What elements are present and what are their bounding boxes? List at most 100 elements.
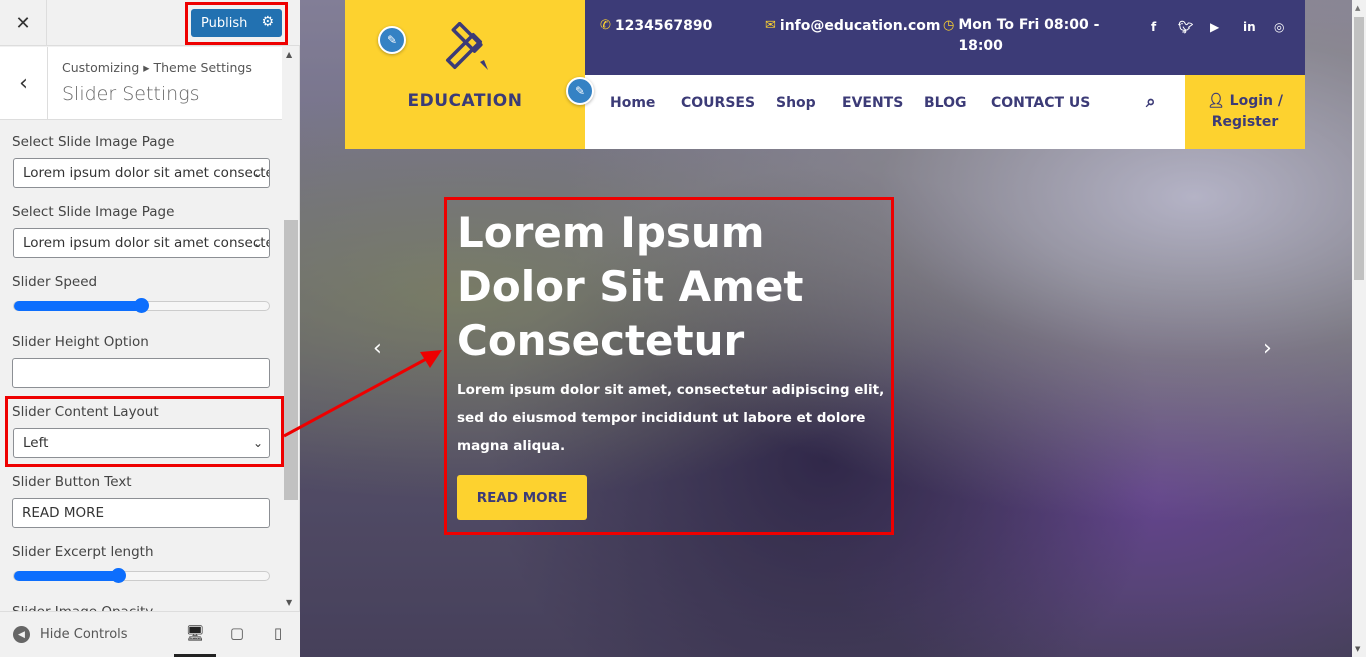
search-button[interactable]: ⌕ — [1146, 92, 1156, 112]
facebook-icon[interactable]: f — [1151, 20, 1156, 34]
slider-speed-range[interactable] — [13, 298, 270, 313]
nav-blog[interactable]: BLOG — [924, 95, 967, 111]
mobile-preview-button[interactable]: ▯ — [268, 624, 288, 642]
site-preview: EDUCATION ✎ ✆ 1234567890 ✉ info@educatio… — [300, 0, 1352, 657]
mobile-icon: ▯ — [273, 624, 283, 642]
customizer-footer: ◀ Hide Controls 🖥 ▢ ▯ — [0, 611, 300, 657]
nav-home[interactable]: Home — [610, 95, 655, 111]
site-logo[interactable]: EDUCATION — [345, 0, 585, 149]
instagram-icon[interactable]: ◎ — [1274, 20, 1284, 34]
close-customizer-button[interactable]: ✕ — [0, 0, 47, 46]
phone-text: 1234567890 — [614, 18, 713, 34]
section-title: Slider Settings — [62, 83, 200, 105]
chevron-right-icon: › — [1263, 336, 1272, 361]
nav-events[interactable]: EVENTS — [842, 95, 903, 111]
sidebar-scroll-down[interactable]: ▼ — [286, 598, 292, 607]
excerpt-length-range[interactable] — [13, 568, 270, 583]
main-navigation: Home COURSES Shop EVENTS BLOG CONTACT US — [585, 75, 1185, 149]
youtube-icon[interactable]: ▶ — [1210, 20, 1219, 34]
image-opacity-label: Slider Image Opacity — [12, 602, 153, 611]
chevron-down-icon: ⌄ — [252, 236, 263, 250]
slider-next-button[interactable]: › — [1263, 336, 1272, 361]
hours-line-2: 18:00 — [958, 38, 1003, 54]
edit-menu-shortcut[interactable]: ✎ — [566, 77, 594, 105]
clock-icon: ◷ — [943, 18, 955, 33]
slider-height-label: Slider Height Option — [12, 334, 149, 350]
back-button[interactable]: ‹ — [0, 47, 48, 120]
preview-scrollbar[interactable]: ▲ ▼ — [1352, 0, 1366, 657]
slide-excerpt: Lorem ipsum dolor sit amet, consectetur … — [457, 382, 885, 454]
user-icon: 👤︎ — [1207, 93, 1225, 109]
pencil-icon: ✎ — [386, 33, 398, 47]
logo-text: EDUCATION — [407, 91, 523, 111]
sidebar-scroll-up[interactable]: ▲ — [286, 50, 292, 59]
publish-button[interactable]: Publish ⚙ — [191, 9, 282, 37]
sidebar-scrollbar-thumb[interactable] — [284, 220, 298, 500]
excerpt-length-handle[interactable] — [110, 568, 126, 583]
collapse-icon: ◀ — [13, 626, 30, 643]
chevron-left-icon: ‹ — [19, 71, 28, 96]
nav-contact-us[interactable]: CONTACT US — [991, 95, 1090, 111]
slide-page-2-label: Select Slide Image Page — [12, 204, 175, 220]
slide-page-1-select[interactable]: Lorem ipsum dolor sit amet consectetur ⌄ — [13, 158, 270, 188]
search-icon: ⌕ — [1146, 92, 1156, 112]
button-text-input[interactable]: READ MORE — [12, 498, 270, 528]
close-icon: ✕ — [15, 12, 31, 34]
slide-page-1-label: Select Slide Image Page — [12, 134, 175, 150]
content-layout-label: Slider Content Layout — [12, 404, 159, 420]
nav-courses[interactable]: COURSES — [681, 95, 755, 111]
slider-height-input[interactable] — [12, 358, 270, 388]
excerpt-length-fill — [14, 571, 119, 581]
slide-page-2-select[interactable]: Lorem ipsum dolor sit amet consectetur ⌄ — [13, 228, 270, 258]
envelope-icon: ✉ — [765, 18, 776, 33]
breadcrumb: Customizing ▸ Theme Settings — [62, 60, 252, 75]
scroll-down-arrow[interactable]: ▼ — [1355, 645, 1360, 653]
excerpt-length-label: Slider Excerpt length — [12, 544, 154, 560]
slide-title: Lorem Ipsum Dolor Sit Amet Consectetur — [457, 208, 804, 365]
login-label: Login / — [1229, 93, 1283, 109]
customizer-app: ✕ Publish ⚙ ‹ Customizing ▸ Theme Settin… — [0, 0, 1366, 657]
publish-label: Publish — [201, 15, 248, 31]
site-header: EDUCATION ✎ ✆ 1234567890 ✉ info@educatio… — [345, 0, 1305, 149]
email-text: info@education.com — [779, 18, 941, 34]
gear-icon[interactable]: ⚙ — [261, 14, 274, 30]
phone-info: ✆ 1234567890 — [600, 18, 712, 34]
customizer-sidebar: ✕ Publish ⚙ ‹ Customizing ▸ Theme Settin… — [0, 0, 300, 657]
nav-shop[interactable]: Shop — [776, 95, 816, 111]
pencil-icon: ✎ — [574, 84, 586, 98]
chevron-down-icon: ⌄ — [252, 166, 263, 180]
phone-icon: ✆ — [600, 18, 611, 33]
slider-prev-button[interactable]: ‹ — [373, 336, 382, 361]
scroll-up-arrow[interactable]: ▲ — [1355, 4, 1360, 12]
section-header: ‹ Customizing ▸ Theme Settings Slider Se… — [0, 47, 282, 120]
chevron-left-icon: ‹ — [373, 336, 382, 361]
register-label: Register — [1211, 114, 1279, 130]
slide-page-1-value: Lorem ipsum dolor sit amet consectetur — [23, 165, 270, 181]
desktop-icon: 🖥 — [185, 624, 205, 642]
edit-logo-shortcut[interactable]: ✎ — [378, 26, 406, 54]
chevron-down-icon: ⌄ — [252, 436, 263, 450]
slide-page-2-value: Lorem ipsum dolor sit amet consectetur — [23, 235, 270, 251]
preview-scrollbar-thumb[interactable] — [1354, 17, 1364, 280]
email-info: ✉ info@education.com — [765, 18, 941, 34]
hours-text: Mon To Fri 08:00 - 18:00 — [958, 15, 1099, 57]
ruler-pencil-icon — [445, 22, 488, 70]
top-info-bar: ✆ 1234567890 ✉ info@education.com ◷ Mon … — [585, 0, 1305, 75]
slider-speed-handle[interactable] — [133, 298, 149, 313]
tablet-preview-button[interactable]: ▢ — [227, 624, 247, 642]
hide-controls-label: Hide Controls — [40, 627, 128, 642]
hours-info: ◷ Mon To Fri 08:00 - 18:00 — [943, 15, 1099, 57]
desktop-preview-button[interactable]: 🖥 — [185, 624, 205, 642]
slider-speed-fill — [14, 301, 142, 311]
hours-line-1: Mon To Fri 08:00 - — [958, 17, 1100, 33]
twitter-icon[interactable]: 🐦︎ — [1178, 20, 1193, 34]
linkedin-icon[interactable]: in — [1243, 20, 1256, 34]
tablet-icon: ▢ — [229, 624, 245, 642]
button-text-label: Slider Button Text — [12, 474, 132, 490]
read-more-button[interactable]: READ MORE — [457, 475, 587, 520]
hide-controls-button[interactable]: ◀ Hide Controls — [13, 626, 128, 643]
content-layout-value: Left — [23, 435, 49, 451]
login-register-button[interactable]: 👤︎ Login / Register — [1185, 75, 1305, 149]
publish-highlight: Publish ⚙ — [185, 2, 288, 45]
content-layout-select[interactable]: Left ⌄ — [13, 428, 270, 458]
